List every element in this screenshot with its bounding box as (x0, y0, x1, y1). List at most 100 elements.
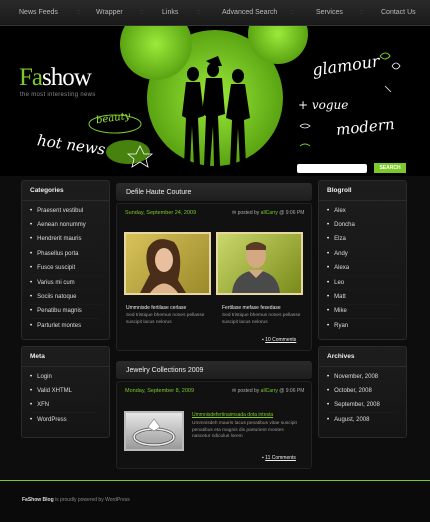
man-photo[interactable] (216, 232, 303, 295)
categories-title: Categories (22, 181, 109, 201)
archive-item[interactable]: • August, 2008 (327, 413, 398, 427)
blogroll-list: • Alex • Doncha • Elza • Andy • Alexa • Leo • M… (319, 201, 406, 337)
blogroll-label: Mike (334, 308, 347, 315)
bullet-icon: • (327, 308, 330, 315)
bullet-icon: • (30, 373, 33, 380)
meta-title: Meta (22, 347, 109, 367)
post-title[interactable]: Defile Haute Couture (116, 183, 312, 201)
blogroll-item[interactable]: • Alex (327, 204, 398, 219)
search-button[interactable]: SEARCH (374, 163, 406, 173)
bullet-icon: • (30, 279, 33, 286)
blogroll-item[interactable]: • Alexa (327, 262, 398, 276)
post-author[interactable]: allCarry (261, 210, 278, 216)
category-item[interactable]: • Hendrerit mauris (30, 233, 101, 248)
nav-services[interactable]: Services (316, 9, 343, 16)
category-item[interactable]: • Praesent vestibul (30, 204, 101, 219)
archives-panel: Archives • November, 2008 • October, 2008 … (318, 346, 407, 438)
meta-item[interactable]: • Login (30, 370, 101, 385)
bullet-icon: • (327, 265, 330, 272)
categories-panel: Categories • Praesent vestibul • Aenean no… (21, 180, 110, 340)
blogroll-label: Elza (334, 236, 346, 243)
post-link[interactable]: Ummnisdefertinaimsada dota intesta (192, 412, 273, 418)
post-author[interactable]: allCarry (261, 388, 278, 394)
category-label: Penatibu magnis (37, 308, 82, 315)
meta-item[interactable]: • WordPress (30, 413, 101, 427)
ring-photo-art (132, 418, 176, 447)
blogroll-panel: Blogroll • Alex • Doncha • Elza • Andy • Alex… (318, 180, 407, 340)
category-item[interactable]: • Phasellus porta (30, 247, 101, 262)
footer-brand[interactable]: FaShow Blog (22, 497, 54, 503)
posted-by-label: posted by (237, 388, 260, 394)
blogroll-item[interactable]: • Leo (327, 276, 398, 291)
category-item[interactable]: • Sociis natoque (30, 290, 101, 305)
nav-links[interactable]: Links (162, 9, 178, 16)
post-title[interactable]: Jewelry Collections 2009 (116, 361, 312, 379)
site-logo[interactable]: Fashow (19, 64, 92, 92)
nav-separator: :: (77, 9, 81, 16)
woman-photo[interactable] (124, 232, 211, 295)
meta-label: Login (37, 373, 52, 380)
caption-text: Sed tristique bhemus nones pellasse susc… (126, 313, 205, 325)
blogroll-item[interactable]: • Matt (327, 290, 398, 305)
woman-photo-art (140, 239, 186, 293)
header-artwork (88, 26, 401, 168)
meta-item[interactable]: • XFN (30, 399, 101, 414)
meta-label: XFN (37, 402, 50, 409)
comment-icon: ▪ (262, 337, 264, 343)
post-date: Monday, September 8, 2009 (125, 388, 194, 394)
meta-label: Valid XHTML (37, 388, 73, 395)
footer-text: FaShow Blog is proudly powered by WordPr… (22, 497, 130, 503)
site-tagline: the most interesting news (20, 92, 96, 98)
logo-show: show (42, 64, 92, 91)
blogroll-label: Alexa (334, 265, 350, 272)
meta-item[interactable]: • Valid XHTML (30, 384, 101, 399)
nav-advanced-search[interactable]: Advanced Search (222, 9, 277, 16)
blogroll-item[interactable]: • Elza (327, 233, 398, 248)
blogroll-item[interactable]: • Andy (327, 247, 398, 262)
blogroll-title: Blogroll (319, 181, 406, 201)
caption-text: Sed tristique bhemus nones pellasse susc… (222, 313, 301, 325)
category-item[interactable]: • Penatibu magnis (30, 305, 101, 320)
bullet-icon: • (30, 388, 33, 395)
archive-label: August, 2008 (334, 417, 370, 424)
caption-title: Fertilase mefase fesedase (222, 305, 281, 311)
post-author-icon: ✉ (232, 210, 237, 216)
archive-item[interactable]: • October, 2008 (327, 384, 398, 399)
comment-icon: ▪ (262, 455, 264, 461)
bullet-icon: • (30, 308, 33, 315)
category-item[interactable]: • Parturlet montes (30, 319, 101, 333)
category-item[interactable]: • Fusce suscipit (30, 262, 101, 276)
blogroll-label: Ryan (334, 323, 349, 330)
category-item[interactable]: • Aenean nonummy (30, 218, 101, 233)
bullet-icon: • (327, 250, 330, 257)
post-time: @ 9:06 PM (279, 210, 305, 216)
category-label: Sociis natoque (37, 294, 77, 301)
bullet-icon: • (327, 279, 330, 286)
category-label: Aenean nonummy (37, 222, 86, 229)
bullet-icon: • (30, 250, 33, 257)
comments-label: 10 Comments (265, 337, 297, 343)
header-banner: Fashow the most interesting news glamour… (0, 26, 430, 176)
bullet-icon: • (327, 294, 330, 301)
nav-contact-us[interactable]: Contact Us (381, 9, 416, 16)
category-label: Praesent vestibul (37, 207, 84, 214)
nav-separator: :: (140, 9, 144, 16)
category-item[interactable]: • Varius mi cum (30, 276, 101, 291)
bullet-icon: • (327, 222, 330, 229)
blogroll-item[interactable]: • Mike (327, 305, 398, 320)
search-input[interactable] (297, 164, 367, 173)
meta-label: WordPress (37, 417, 67, 424)
blogroll-item[interactable]: • Doncha (327, 218, 398, 233)
blogroll-item[interactable]: • Ryan (327, 319, 398, 333)
bullet-icon: • (327, 373, 330, 380)
comments-link[interactable]: ▪ 10 Comments (262, 337, 296, 343)
comments-link[interactable]: ▪ 11 Comments (262, 455, 296, 461)
archive-item[interactable]: • September, 2008 (327, 399, 398, 414)
nav-wrapper[interactable]: Wrapper (96, 9, 123, 16)
logo-fa: Fa (19, 64, 43, 91)
deco-vogue: + vogue (298, 98, 349, 112)
nav-news-feeds[interactable]: News Feeds (19, 9, 58, 16)
archive-item[interactable]: • November, 2008 (327, 370, 398, 385)
archive-label: September, 2008 (334, 402, 380, 409)
ring-photo[interactable] (124, 411, 184, 451)
